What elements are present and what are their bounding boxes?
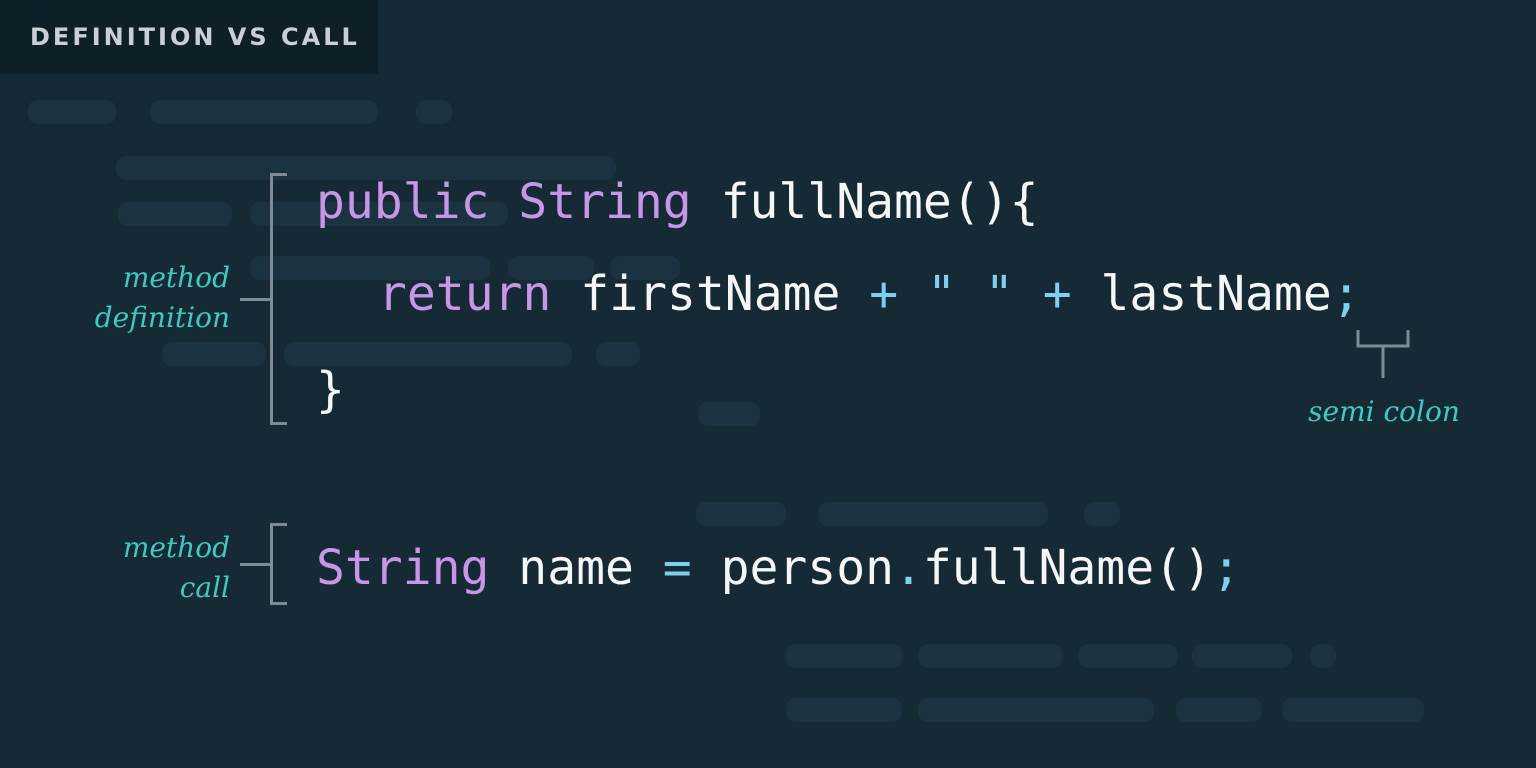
semicolon: ;: [1211, 540, 1241, 596]
closing-brace: }: [316, 362, 345, 418]
ghost-block: [1078, 644, 1178, 668]
ghost-block: [696, 502, 786, 526]
code-line-1: public String fullName(){: [316, 178, 1038, 226]
ghost-block: [698, 402, 760, 426]
ghost-block: [918, 644, 1062, 668]
method-call-label: method call: [60, 528, 230, 608]
keyword-string-type: String: [316, 540, 490, 596]
ghost-block: [1084, 502, 1120, 526]
ghost-block: [818, 502, 1048, 526]
code-line-call: String name = person.fullName();: [316, 544, 1241, 592]
ghost-block: [1310, 644, 1336, 668]
keyword-string-type: String: [518, 174, 692, 230]
method-definition-label: method definition: [60, 258, 230, 338]
semicolon-bracket: [1356, 330, 1410, 378]
equals-operator: =: [662, 540, 692, 596]
variable-name: name: [518, 540, 634, 596]
ghost-block: [28, 100, 116, 124]
method-call-label-line1: method: [122, 531, 230, 564]
header-tag: DEFINITION VS CALL: [0, 0, 378, 74]
object-person: person: [720, 540, 894, 596]
ghost-block: [150, 100, 378, 124]
method-call-label-line2: call: [179, 571, 230, 604]
plus-operator: +: [1042, 266, 1072, 322]
ghost-block: [118, 202, 232, 226]
method-call-bracket-tick: [240, 563, 272, 566]
variable-firstname: firstName: [580, 266, 841, 322]
ghost-block: [918, 698, 1154, 722]
method-call-bracket: [270, 523, 287, 605]
method-definition-label-line1: method: [122, 261, 230, 294]
semicolon: ;: [1331, 266, 1361, 322]
variable-lastname: lastName: [1100, 266, 1332, 322]
ghost-block: [1282, 698, 1424, 722]
ghost-block: [1192, 644, 1292, 668]
ghost-block: [416, 100, 452, 124]
code-line-2: return firstName + " " + lastName;: [378, 270, 1361, 318]
header-tag-label: DEFINITION VS CALL: [30, 23, 360, 51]
ghost-block: [162, 342, 266, 366]
code-line-3: }: [316, 366, 345, 414]
method-call: fullName(): [922, 540, 1212, 596]
ghost-block: [786, 644, 902, 668]
keyword-return: return: [378, 266, 552, 322]
string-literal-space: " ": [927, 266, 1014, 322]
method-definition-label-line2: definition: [94, 301, 230, 334]
semicolon-label: semi colon: [1308, 395, 1460, 428]
ghost-block: [786, 698, 902, 722]
ghost-block: [596, 342, 640, 366]
ghost-block: [1176, 698, 1262, 722]
keyword-public: public: [316, 174, 490, 230]
method-signature: fullName(){: [720, 174, 1039, 230]
method-definition-bracket: [270, 173, 287, 425]
dot-operator: .: [894, 540, 923, 596]
method-definition-bracket-tick: [240, 298, 272, 301]
plus-operator: +: [869, 266, 899, 322]
